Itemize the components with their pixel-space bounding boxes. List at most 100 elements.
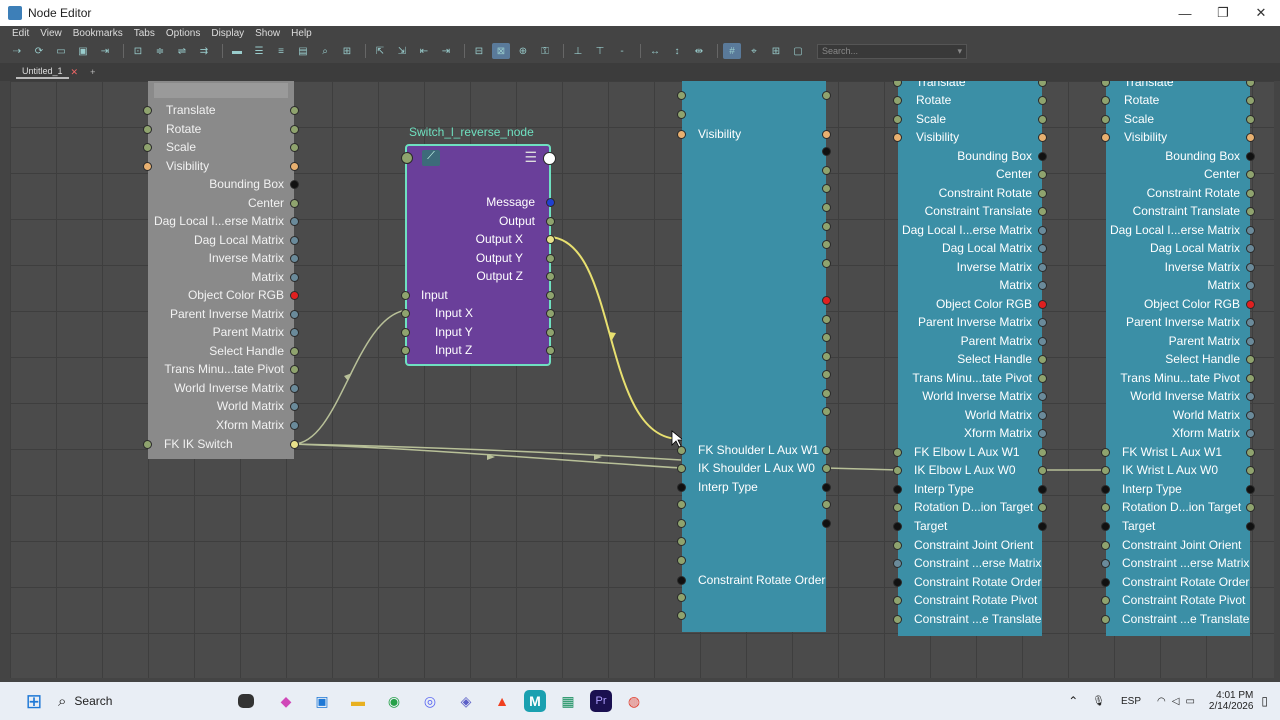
bookmark-icon[interactable]: ▢ <box>789 43 807 59</box>
attr-row[interactable]: Dag Local I...erse Matrix <box>148 212 299 230</box>
taskbar-search[interactable]: ⌕ Search <box>58 686 218 716</box>
attr-row[interactable]: Interp Type <box>893 480 1047 498</box>
menu-edit[interactable]: Edit <box>12 28 29 39</box>
attr-row-fk-ik-switch[interactable]: FK IK Switch <box>143 435 299 453</box>
simple-mode-icon[interactable]: ▬ <box>228 43 246 59</box>
elbow-constraint-node[interactable]: Translate Rotate Scale Visibility Boundi… <box>893 81 1047 636</box>
attr-row[interactable]: Input Y <box>401 323 555 341</box>
attr-row[interactable]: World Matrix <box>898 406 1047 424</box>
menu-display[interactable]: Display <box>211 28 244 39</box>
attr-row[interactable]: Scale <box>143 138 299 156</box>
attr-row[interactable]: Translate <box>1101 81 1255 91</box>
attr-row[interactable]: Inverse Matrix <box>898 258 1047 276</box>
lock-icon[interactable]: ⚿ <box>536 43 554 59</box>
frame-selected-icon[interactable]: ▣ <box>74 43 92 59</box>
attr-row[interactable]: Output X <box>407 230 555 248</box>
expand-icon[interactable]: ⊥ <box>569 43 587 59</box>
attr-row[interactable]: Constraint Joint Orient <box>893 536 1042 554</box>
attr-row[interactable]: Matrix <box>898 276 1047 294</box>
close-button[interactable]: ✕ <box>1242 0 1280 26</box>
attr-row[interactable]: Visibility <box>1101 128 1255 146</box>
attr-row[interactable]: Output <box>407 212 555 230</box>
arrange-icon[interactable]: ⇌ <box>173 43 191 59</box>
attr-row[interactable]: Rotation D...ion Target <box>893 498 1047 516</box>
store-icon[interactable]: ▣ <box>308 687 336 715</box>
stretch-icon[interactable]: ⇹ <box>690 43 708 59</box>
task-view-icon[interactable] <box>238 694 254 708</box>
menu-tabs[interactable]: Tabs <box>134 28 155 39</box>
windows-start-icon[interactable]: ⊞ <box>20 687 48 715</box>
attr-row[interactable]: Constraint Rotate Order <box>677 571 826 589</box>
minimize-button[interactable]: — <box>1166 0 1204 26</box>
attr-row[interactable]: IK Wrist L Aux W0 <box>1101 461 1255 479</box>
attr-row[interactable]: Parent Inverse Matrix <box>148 305 299 323</box>
refresh-icon[interactable]: ⟳ <box>30 43 48 59</box>
attr-row[interactable]: Dag Local I...erse Matrix <box>1106 221 1255 239</box>
grey-transform-node[interactable]: Translate Rotate Scale Visibility Boundi… <box>143 81 299 459</box>
attr-row[interactable]: Trans Minu...tate Pivot <box>1106 369 1255 387</box>
volume-icon[interactable]: ◁ <box>1172 696 1180 707</box>
attr-row[interactable]: Bounding Box <box>898 147 1047 165</box>
shoulder-constraint-node[interactable]: Visibility FK Shoulder L Aux W1 IK Shoul… <box>677 81 831 632</box>
battery-icon[interactable]: ▭ <box>1185 696 1194 707</box>
attr-row[interactable]: Translate <box>893 81 1047 91</box>
attr-row[interactable]: Constraint Rotate Pivot <box>893 591 1042 609</box>
attr-row[interactable]: Constraint Translate <box>898 202 1047 220</box>
attr-row[interactable]: World Inverse Matrix <box>148 379 299 397</box>
attr-row[interactable]: Visibility <box>143 157 299 175</box>
attr-row[interactable]: Dag Local I...erse Matrix <box>898 221 1047 239</box>
attr-row[interactable]: IK Elbow L Aux W0 <box>893 461 1047 479</box>
pin-all-icon[interactable]: ⇲ <box>393 43 411 59</box>
attr-row[interactable]: Constraint Joint Orient <box>1101 536 1250 554</box>
search-dropdown-icon[interactable]: ▾ <box>957 46 962 57</box>
attr-row[interactable]: Target <box>1101 517 1255 535</box>
menu-bookmarks[interactable]: Bookmarks <box>73 28 123 39</box>
attr-row[interactable]: Dag Local Matrix <box>148 231 299 249</box>
attr-row[interactable]: Constraint ...erse Matrix <box>1101 554 1250 572</box>
attr-row[interactable]: Translate <box>143 101 299 119</box>
attr-row[interactable]: Rotate <box>893 91 1047 109</box>
attr-row[interactable]: World Matrix <box>1106 406 1255 424</box>
graph-input-icon[interactable]: ⇢ <box>8 43 26 59</box>
copilot-icon[interactable]: ◆ <box>272 687 300 715</box>
grid-icon[interactable]: # <box>723 43 741 59</box>
menu-show[interactable]: Show <box>255 28 280 39</box>
attr-row[interactable]: Constraint Rotate <box>898 184 1047 202</box>
search-input[interactable]: Search... ▾ <box>817 43 967 59</box>
maya-icon[interactable]: M <box>524 690 546 712</box>
attr-row[interactable]: Constraint Rotate <box>1106 184 1255 202</box>
attr-row[interactable]: FK Shoulder L Aux W1 <box>677 441 831 459</box>
export-icon[interactable]: ⇥ <box>96 43 114 59</box>
attr-row[interactable]: Trans Minu...tate Pivot <box>898 369 1047 387</box>
attr-row[interactable]: Rotate <box>143 120 299 138</box>
language-indicator[interactable]: ESP <box>1121 696 1141 707</box>
discord-icon[interactable]: ◎ <box>416 687 444 715</box>
attr-row[interactable]: Constraint Rotate Order <box>1101 573 1250 591</box>
unpin-icon[interactable]: ⇤ <box>415 43 433 59</box>
microphone-icon[interactable]: 🎙 <box>1092 696 1105 707</box>
teams-icon[interactable]: ◈ <box>452 687 480 715</box>
align-icon[interactable]: ≑ <box>151 43 169 59</box>
menu-options[interactable]: Options <box>166 28 200 39</box>
layout-icon[interactable]: ⇉ <box>195 43 213 59</box>
node-output-port[interactable] <box>543 152 556 165</box>
attr-row[interactable]: Constraint Rotate Pivot <box>1101 591 1250 609</box>
attr-row[interactable]: Constraint ...e Translate <box>893 610 1042 628</box>
attr-row[interactable]: Center <box>898 165 1047 183</box>
maximize-button[interactable]: ❐ <box>1204 0 1242 26</box>
attr-row[interactable]: Parent Matrix <box>1106 332 1255 350</box>
pin-icon[interactable]: ⇱ <box>371 43 389 59</box>
wrist-constraint-node[interactable]: Translate Rotate Scale Visibility Boundi… <box>1101 81 1255 636</box>
search-icon[interactable]: ⌕ <box>316 43 334 59</box>
attr-row[interactable]: Matrix <box>148 268 299 286</box>
attr-row[interactable]: Rotation D...ion Target <box>1101 498 1255 516</box>
attr-row[interactable]: Input <box>401 286 555 304</box>
attr-row[interactable]: World Inverse Matrix <box>1106 387 1255 405</box>
wifi-icon[interactable]: ◠ <box>1157 696 1166 707</box>
attr-row[interactable]: Object Color RGB <box>898 295 1047 313</box>
minus-icon[interactable]: - <box>613 43 631 59</box>
shift-icon[interactable]: ⇥ <box>437 43 455 59</box>
attr-row[interactable]: Constraint ...erse Matrix <box>893 554 1042 572</box>
attr-row[interactable]: Visibility <box>677 125 831 143</box>
attr-row[interactable]: Constraint Translate <box>1106 202 1255 220</box>
